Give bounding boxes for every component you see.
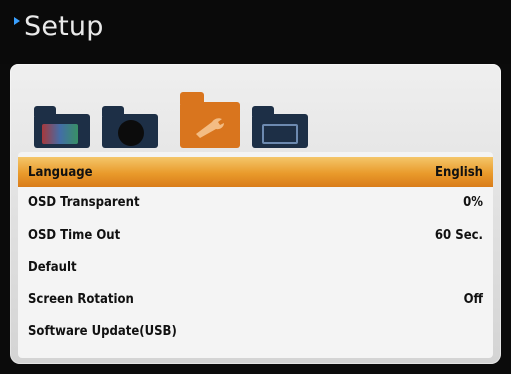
- menu-item-label: Screen Rotation: [28, 291, 134, 307]
- category-icon-row: [34, 84, 334, 148]
- title-group: Setup: [14, 12, 104, 42]
- menu-item-label: Default: [28, 259, 77, 275]
- menu-item-screen-rotation[interactable]: Screen Rotation Off: [18, 284, 493, 314]
- picture-thumbnail: [42, 124, 78, 144]
- sound-folder-icon[interactable]: [102, 106, 158, 148]
- menu-item-default[interactable]: Default: [18, 252, 493, 282]
- menu-item-software-update[interactable]: Software Update(USB): [18, 316, 493, 346]
- settings-list: Language English OSD Transparent 0% OSD …: [18, 152, 493, 358]
- menu-item-label: OSD Transparent: [28, 194, 140, 210]
- menu-item-value: English: [435, 164, 483, 180]
- wrench-icon: [196, 118, 224, 138]
- menu-item-value: Off: [463, 291, 483, 307]
- setup-folder-icon[interactable]: [180, 92, 240, 148]
- header-bar: Setup: [0, 0, 511, 64]
- menu-item-value: 0%: [463, 194, 483, 210]
- menu-item-language[interactable]: Language English: [18, 157, 493, 187]
- menu-item-label: OSD Time Out: [28, 227, 121, 243]
- menu-item-osd-transparent[interactable]: OSD Transparent 0%: [18, 187, 493, 217]
- page-title: Setup: [24, 11, 104, 42]
- title-bullet-icon: [14, 17, 20, 25]
- menu-item-value: 60 Sec.: [434, 227, 483, 243]
- picture-folder-icon[interactable]: [34, 106, 90, 148]
- speaker-circle: [118, 120, 144, 146]
- menu-item-label: Language: [28, 164, 93, 180]
- menu-item-osd-time-out[interactable]: OSD Time Out 60 Sec.: [18, 220, 493, 250]
- channel-folder-icon[interactable]: [252, 106, 308, 148]
- screen-outline: [262, 124, 298, 144]
- menu-item-label: Software Update(USB): [28, 323, 177, 339]
